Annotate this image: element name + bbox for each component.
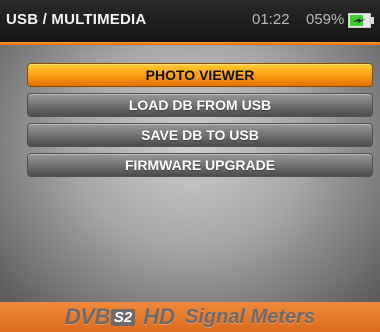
menu-item-firmware-upgrade[interactable]: FIRMWARE UPGRADE [27,153,373,177]
menu-item-label: FIRMWARE UPGRADE [124,157,276,173]
menu-item-save-db-to-usb[interactable]: SAVE DB TO USB [27,123,373,147]
brand-logo: DVB S2 HD Signal Meters [0,302,380,332]
device-screen: USB / MULTIMEDIA 01:22 059% PHOTO VIEWER… [0,0,380,332]
menu-list: PHOTO VIEWER LOAD DB FROM USB SAVE DB TO… [27,63,373,183]
footer-banner: DVB S2 HD Signal Meters [0,302,380,332]
menu-item-label: PHOTO VIEWER [145,67,255,83]
logo-dvb: DVB [64,304,110,329]
menu-item-label: SAVE DB TO USB [141,127,259,143]
logo-hd: HD [143,304,176,329]
menu-item-photo-viewer[interactable]: PHOTO VIEWER [27,63,373,87]
menu-item-load-db-from-usb[interactable]: LOAD DB FROM USB [27,93,373,117]
logo-tagline: Signal Meters [185,305,316,328]
clock: 01:22 [252,11,290,28]
menu-area: PHOTO VIEWER LOAD DB FROM USB SAVE DB TO… [0,45,380,302]
logo-s2: S2 [110,308,136,326]
battery-level: 059% [306,11,345,28]
menu-item-label: LOAD DB FROM USB [128,97,272,113]
header-bar: USB / MULTIMEDIA 01:22 059% [0,0,380,42]
battery-charging-icon [348,13,374,28]
menu-title: USB / MULTIMEDIA [6,11,147,28]
